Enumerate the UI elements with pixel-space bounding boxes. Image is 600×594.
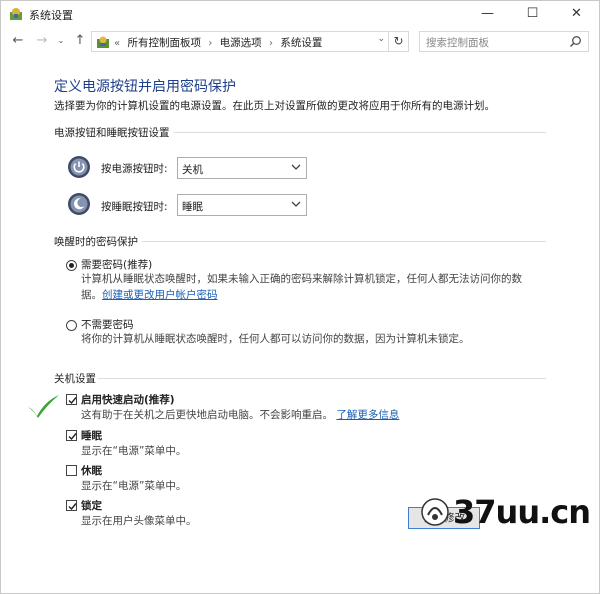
green-checkmark-icon bbox=[28, 395, 59, 418]
hibernate-label[interactable]: 休眠 bbox=[81, 463, 102, 478]
learn-more-link[interactable]: 了解更多信息 bbox=[336, 409, 399, 421]
group-divider bbox=[98, 378, 546, 379]
maximize-button[interactable]: ☐ bbox=[510, 1, 555, 28]
close-button[interactable]: ✕ bbox=[554, 1, 599, 28]
address-dropdown-chevron-icon[interactable]: ⌄ bbox=[377, 34, 385, 44]
watermark-logo-icon bbox=[421, 498, 449, 526]
sleep-checkbox[interactable] bbox=[66, 430, 77, 441]
power-button-action-value: 关机 bbox=[182, 164, 203, 176]
no-password-description: 将你的计算机从睡眠状态唤醒时，任何人都可以访问你的数据，因为计算机未锁定。 bbox=[81, 333, 470, 345]
refresh-icon[interactable]: ↻ bbox=[389, 31, 409, 52]
lock-checkbox[interactable] bbox=[66, 500, 77, 511]
shutdown-group-title: 关机设置 bbox=[54, 373, 96, 385]
power-button-label: 按电源按钮时: bbox=[101, 163, 168, 175]
breadcrumb-overflow[interactable]: « bbox=[114, 38, 120, 49]
search-input[interactable]: 搜索控制面板 bbox=[419, 31, 589, 52]
chevron-down-icon bbox=[291, 201, 301, 207]
fast-startup-desc-text: 这有助于在关机之后更快地启动电脑。不会影响重启。 bbox=[81, 409, 333, 421]
create-change-password-link[interactable]: 创建或更改用户帐户密码 bbox=[102, 289, 218, 301]
forward-arrow-icon[interactable]: → bbox=[34, 33, 50, 49]
page-intro: 选择要为你的计算机设置的电源设置。在此页上对设置所做的更改将应用于你所有的电源计… bbox=[54, 100, 495, 112]
fast-startup-label[interactable]: 启用快速启动(推荐) bbox=[81, 392, 175, 407]
minimize-button[interactable]: — bbox=[465, 1, 510, 28]
search-icon[interactable] bbox=[569, 35, 582, 48]
window-title: 系统设置 bbox=[29, 9, 73, 22]
password-link-row: 据。创建或更改用户帐户密码 bbox=[81, 287, 218, 303]
power-buttons-group-title: 电源按钮和睡眠按钮设置 bbox=[54, 127, 170, 139]
group-divider bbox=[174, 132, 546, 133]
breadcrumb-separator-icon: › bbox=[208, 38, 213, 49]
fast-startup-checkbox[interactable] bbox=[66, 394, 77, 405]
sleep-label[interactable]: 睡眠 bbox=[81, 428, 102, 443]
breadcrumb-separator-icon: › bbox=[269, 38, 273, 49]
no-password-radio[interactable] bbox=[66, 320, 77, 331]
require-password-label[interactable]: 需要密码(推荐) bbox=[81, 257, 152, 272]
back-arrow-icon[interactable]: ← bbox=[10, 33, 26, 49]
sleep-button-action-select[interactable]: 睡眠 bbox=[177, 194, 307, 216]
system-settings-window: 系统设置 — ☐ ✕ ← → ⌄ ↑ « 所有控制面板项 › 电源选项 › 系统… bbox=[0, 0, 600, 594]
chevron-down-icon bbox=[291, 164, 301, 170]
sleep-button-icon bbox=[68, 193, 90, 215]
breadcrumb-item-all-control-panel[interactable]: 所有控制面板项 bbox=[127, 37, 201, 49]
hibernate-checkbox[interactable] bbox=[66, 465, 77, 476]
power-button-action-select[interactable]: 关机 bbox=[177, 157, 307, 179]
fast-startup-description: 这有助于在关机之后更快地启动电脑。不会影响重启。 了解更多信息 bbox=[81, 407, 399, 423]
search-placeholder: 搜索控制面板 bbox=[426, 37, 489, 49]
require-password-desc-line1: 计算机从睡眠状态唤醒时，如果未输入正确的密码来解除计算机锁定，任何人都无法访问你… bbox=[81, 273, 522, 285]
breadcrumb-item-power-options[interactable]: 电源选项 bbox=[220, 37, 262, 49]
control-panel-folder-icon bbox=[97, 36, 109, 48]
navigation-bar: ← → ⌄ ↑ « 所有控制面板项 › 电源选项 › 系统设置 ⌄ ↻ 搜索控制… bbox=[1, 29, 599, 55]
title-bar: 系统设置 — ☐ ✕ bbox=[1, 1, 599, 28]
checkmark-icon bbox=[68, 433, 77, 441]
group-divider bbox=[142, 241, 546, 242]
page-title: 定义电源按钮并启用密码保护 bbox=[54, 79, 236, 95]
breadcrumb: « 所有控制面板项 › 电源选项 › 系统设置 bbox=[114, 35, 326, 50]
address-bar[interactable]: « 所有控制面板项 › 电源选项 › 系统设置 ⌄ bbox=[91, 31, 389, 52]
require-password-radio[interactable] bbox=[66, 260, 77, 271]
up-arrow-icon[interactable]: ↑ bbox=[72, 33, 88, 49]
lock-description: 显示在用户头像菜单中。 bbox=[81, 515, 197, 527]
power-button-icon bbox=[68, 156, 90, 178]
breadcrumb-item-system-settings[interactable]: 系统设置 bbox=[280, 37, 322, 49]
sleep-button-label: 按睡眠按钮时: bbox=[101, 201, 168, 213]
no-password-label[interactable]: 不需要密码 bbox=[81, 317, 134, 332]
recent-locations-chevron-icon[interactable]: ⌄ bbox=[53, 33, 69, 49]
wake-password-group-title: 唤醒时的密码保护 bbox=[54, 236, 138, 248]
control-panel-icon bbox=[10, 8, 22, 20]
sleep-description: 显示在“电源”菜单中。 bbox=[81, 445, 187, 457]
hibernate-description: 显示在“电源”菜单中。 bbox=[81, 480, 187, 492]
site-watermark: 37uu.cn bbox=[453, 493, 591, 531]
sleep-button-action-value: 睡眠 bbox=[182, 201, 203, 213]
checkmark-icon bbox=[68, 397, 77, 405]
checkmark-icon bbox=[68, 503, 77, 511]
lock-label[interactable]: 锁定 bbox=[81, 498, 102, 513]
